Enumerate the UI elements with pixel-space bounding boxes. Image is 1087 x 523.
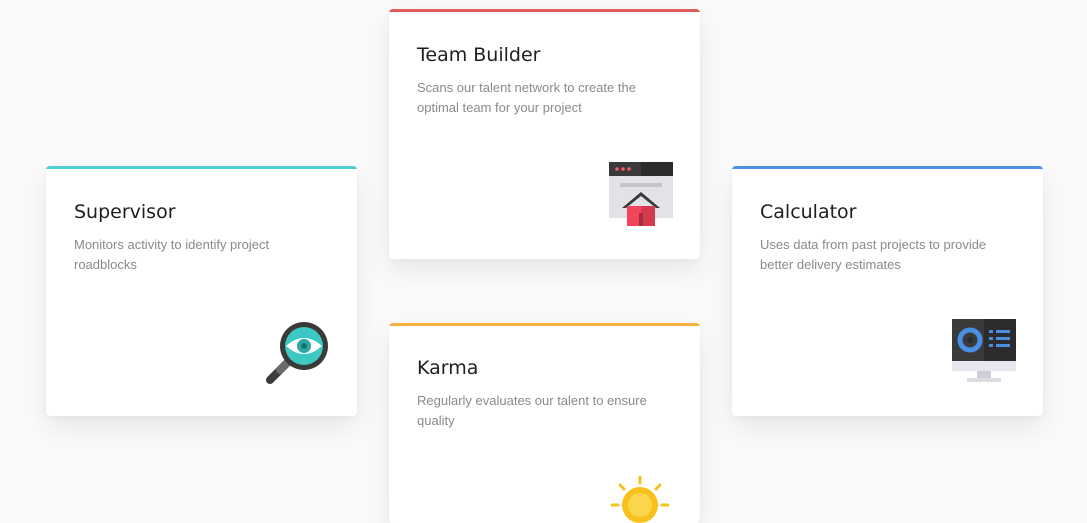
card-title: Calculator xyxy=(760,201,857,223)
card-supervisor[interactable]: Supervisor Monitors activity to identify… xyxy=(46,166,357,416)
card-title: Karma xyxy=(417,357,479,379)
card-title: Supervisor xyxy=(74,201,176,223)
card-accent-bar xyxy=(46,166,357,169)
card-karma[interactable]: Karma Regularly evaluates our talent to … xyxy=(389,323,700,523)
sun-badge-icon xyxy=(610,475,670,523)
card-accent-bar xyxy=(389,9,700,12)
card-description: Regularly evaluates our talent to ensure… xyxy=(417,393,647,428)
card-accent-bar xyxy=(732,166,1043,169)
card-description: Scans our talent network to create the o… xyxy=(417,80,636,115)
card-description: Uses data from past projects to provide … xyxy=(760,237,987,272)
browser-home-icon xyxy=(609,162,673,226)
card-accent-bar xyxy=(389,323,700,326)
magnifier-eye-icon xyxy=(266,322,328,384)
card-title: Team Builder xyxy=(417,44,541,66)
page: { "cards": [ { "id": "supervisor", "titl… xyxy=(0,0,1087,523)
card-description: Monitors activity to identify project ro… xyxy=(74,237,270,272)
card-team-builder[interactable]: Team Builder Scans our talent network to… xyxy=(389,9,700,259)
monitor-dashboard-icon xyxy=(952,319,1016,382)
card-calculator[interactable]: Calculator Uses data from past projects … xyxy=(732,166,1043,416)
